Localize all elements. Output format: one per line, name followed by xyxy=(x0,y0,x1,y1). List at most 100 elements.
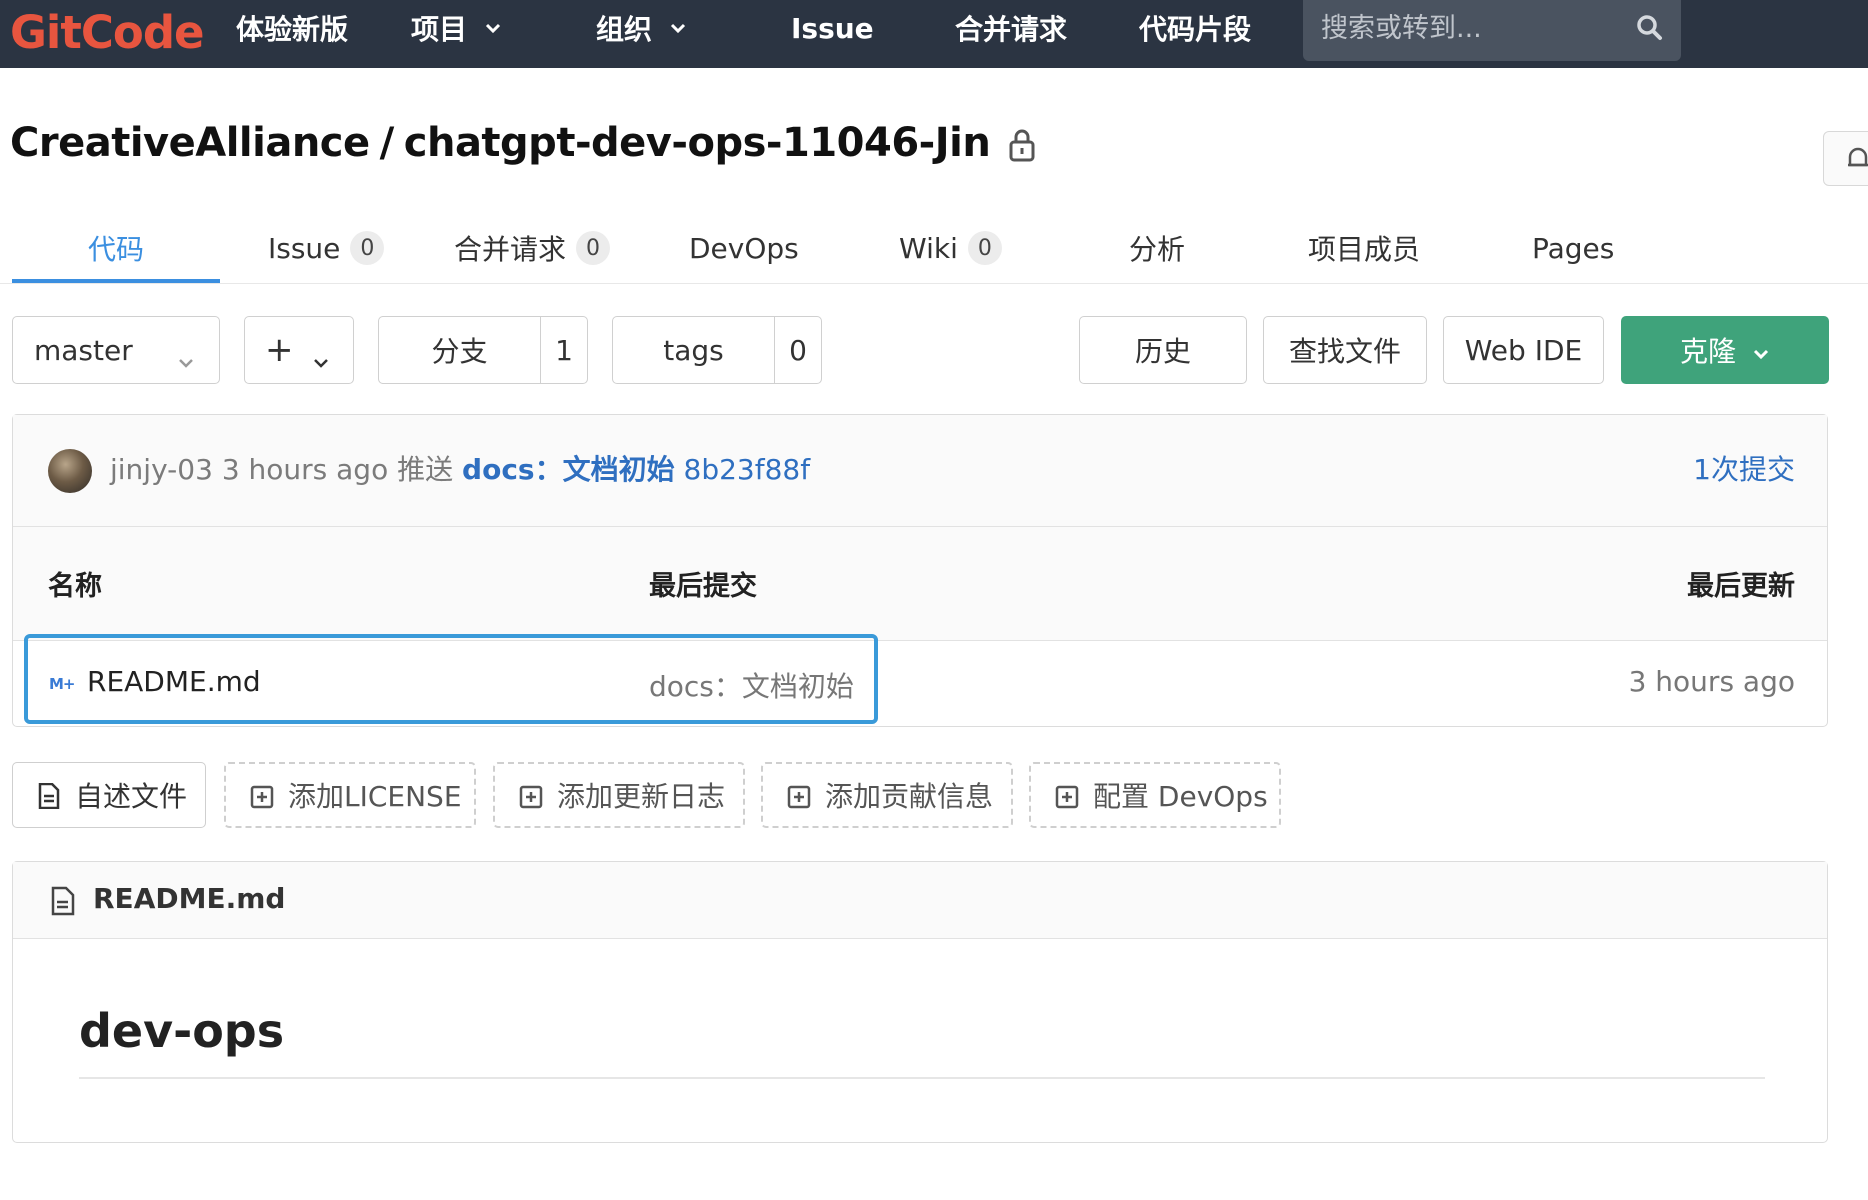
tags-count: 0 xyxy=(789,333,807,367)
heading-divider xyxy=(79,1077,1765,1079)
tab-merge-requests[interactable]: 合并请求 0 xyxy=(454,212,611,284)
add-changelog-label: 添加更新日志 xyxy=(557,780,726,813)
repo-namespace[interactable]: CreativeAlliance xyxy=(10,120,370,166)
file-table-header: 名称 最后提交 最后更新 xyxy=(13,527,1827,641)
tab-analytics[interactable]: 分析 xyxy=(1129,212,1185,284)
branches-label: 分支 xyxy=(431,335,488,368)
plus-square-icon xyxy=(787,783,811,809)
tab-wiki[interactable]: Wiki 0 xyxy=(899,212,1002,284)
nav-new-version-label: 体验新版 xyxy=(236,13,349,46)
find-file-button[interactable]: 查找文件 xyxy=(1263,316,1427,384)
find-file-label: 查找文件 xyxy=(1288,335,1401,368)
nav-merge-requests[interactable]: 合并请求 xyxy=(955,0,1067,56)
commit-author[interactable]: jinjy-03 xyxy=(110,453,213,486)
tab-code-label: 代码 xyxy=(88,233,145,266)
clone-label: 克隆 xyxy=(1679,335,1736,368)
tab-pages[interactable]: Pages xyxy=(1532,212,1614,284)
page-title: CreativeAlliance / chatgpt-dev-ops-11046… xyxy=(10,115,1036,171)
tab-members-label: 项目成员 xyxy=(1308,233,1421,266)
add-contributing-label: 添加贡献信息 xyxy=(825,780,994,813)
notification-button[interactable] xyxy=(1823,131,1868,186)
top-navbar: GitCode 体验新版 项目 组织 Issue 合并请求 代码片段 xyxy=(0,0,1868,68)
chevron-down-icon xyxy=(668,18,688,38)
commit-sha-link[interactable]: 8b23f88f xyxy=(684,453,811,486)
repo-tabs: 代码 Issue 0 合并请求 0 DevOps Wiki 0 分析 项目成员 … xyxy=(0,212,1868,284)
readme-file-name[interactable]: README.md xyxy=(93,882,285,915)
tab-pages-label: Pages xyxy=(1532,231,1615,265)
configure-devops-button[interactable]: 配置 DevOps xyxy=(1029,762,1281,828)
tab-issue-label: Issue xyxy=(268,231,341,265)
plus-square-icon xyxy=(1055,783,1079,809)
chevron-down-icon xyxy=(483,18,503,38)
chevron-down-icon xyxy=(1752,334,1770,367)
nav-snippets-label: 代码片段 xyxy=(1139,13,1252,46)
commit-count-link[interactable]: 1次提交 xyxy=(1693,448,1795,488)
avatar[interactable] xyxy=(48,449,92,493)
readme-button-label: 自述文件 xyxy=(75,780,188,813)
readme-heading: dev-ops xyxy=(79,1004,285,1058)
count-badge: 0 xyxy=(576,231,611,265)
plus-square-icon xyxy=(519,783,543,809)
nav-projects-label: 项目 xyxy=(411,13,468,46)
readme-header: README.md xyxy=(13,862,1827,939)
add-contributing-button[interactable]: 添加贡献信息 xyxy=(761,762,1013,828)
column-header-name: 名称 xyxy=(48,571,102,602)
nav-groups[interactable]: 组织 xyxy=(596,0,688,56)
readme-panel: README.md dev-ops xyxy=(12,861,1828,1143)
nav-issue[interactable]: Issue xyxy=(791,0,874,56)
tab-devops-label: DevOps xyxy=(689,231,799,265)
plus-icon: + xyxy=(265,330,294,370)
history-button[interactable]: 历史 xyxy=(1079,316,1247,384)
tags-label: tags xyxy=(663,333,724,367)
tab-members[interactable]: 项目成员 xyxy=(1308,212,1420,284)
branch-select[interactable]: master xyxy=(12,316,220,384)
commit-summary: jinjy-03 3 hours ago 推送 docs：文档初始 8b23f8… xyxy=(110,448,810,488)
last-commit-row: jinjy-03 3 hours ago 推送 docs：文档初始 8b23f8… xyxy=(13,415,1827,527)
readme-button[interactable]: 自述文件 xyxy=(12,762,206,828)
column-header-last-update: 最后更新 xyxy=(1687,571,1795,602)
commit-action: 推送 xyxy=(397,453,454,486)
chevron-down-icon xyxy=(177,343,195,376)
file-browser-panel: jinjy-03 3 hours ago 推送 docs：文档初始 8b23f8… xyxy=(12,414,1828,727)
tab-wiki-label: Wiki xyxy=(899,231,958,265)
branch-select-value: master xyxy=(34,333,133,367)
nav-issue-label: Issue xyxy=(791,11,874,45)
history-label: 历史 xyxy=(1134,335,1191,368)
file-icon xyxy=(50,886,76,916)
tags-button[interactable]: tags 0 xyxy=(612,316,822,384)
add-dropdown-button[interactable]: + xyxy=(244,316,354,384)
search-input[interactable] xyxy=(1321,8,1621,48)
add-license-label: 添加LICENSE xyxy=(288,780,462,813)
nav-merge-requests-label: 合并请求 xyxy=(955,13,1068,46)
web-ide-label: Web IDE xyxy=(1464,333,1583,367)
file-updated-time: 3 hours ago xyxy=(1628,665,1795,698)
configure-devops-label: 配置 DevOps xyxy=(1093,780,1268,813)
chevron-down-icon xyxy=(312,343,330,376)
nav-snippets[interactable]: 代码片段 xyxy=(1139,0,1251,56)
add-license-button[interactable]: 添加LICENSE xyxy=(224,762,476,828)
add-changelog-button[interactable]: 添加更新日志 xyxy=(493,762,745,828)
nav-projects[interactable]: 项目 xyxy=(411,0,503,56)
tab-analytics-label: 分析 xyxy=(1129,233,1186,266)
repo-name[interactable]: chatgpt-dev-ops-11046-Jin xyxy=(404,120,991,166)
plus-square-icon xyxy=(250,783,274,809)
gitcode-logo[interactable]: GitCode xyxy=(10,2,205,62)
nav-groups-label: 组织 xyxy=(596,13,653,46)
tab-devops[interactable]: DevOps xyxy=(689,212,799,284)
count-badge: 0 xyxy=(350,231,385,265)
logo-text: GitCode xyxy=(10,5,205,59)
title-separator: / xyxy=(379,120,395,166)
branches-button[interactable]: 分支 1 xyxy=(378,316,588,384)
tab-issue[interactable]: Issue 0 xyxy=(268,212,385,284)
search-icon[interactable] xyxy=(1635,13,1665,43)
count-badge: 0 xyxy=(967,231,1002,265)
nav-new-version[interactable]: 体验新版 xyxy=(236,0,348,56)
tab-code[interactable]: 代码 xyxy=(88,212,144,284)
selection-highlight xyxy=(24,634,878,724)
lock-icon xyxy=(1008,126,1036,162)
commit-time: 3 hours ago xyxy=(221,453,389,486)
web-ide-button[interactable]: Web IDE xyxy=(1443,316,1604,384)
clone-button[interactable]: 克隆 xyxy=(1621,316,1829,384)
bell-icon xyxy=(1846,146,1868,176)
commit-message-link[interactable]: docs：文档初始 xyxy=(462,453,675,486)
